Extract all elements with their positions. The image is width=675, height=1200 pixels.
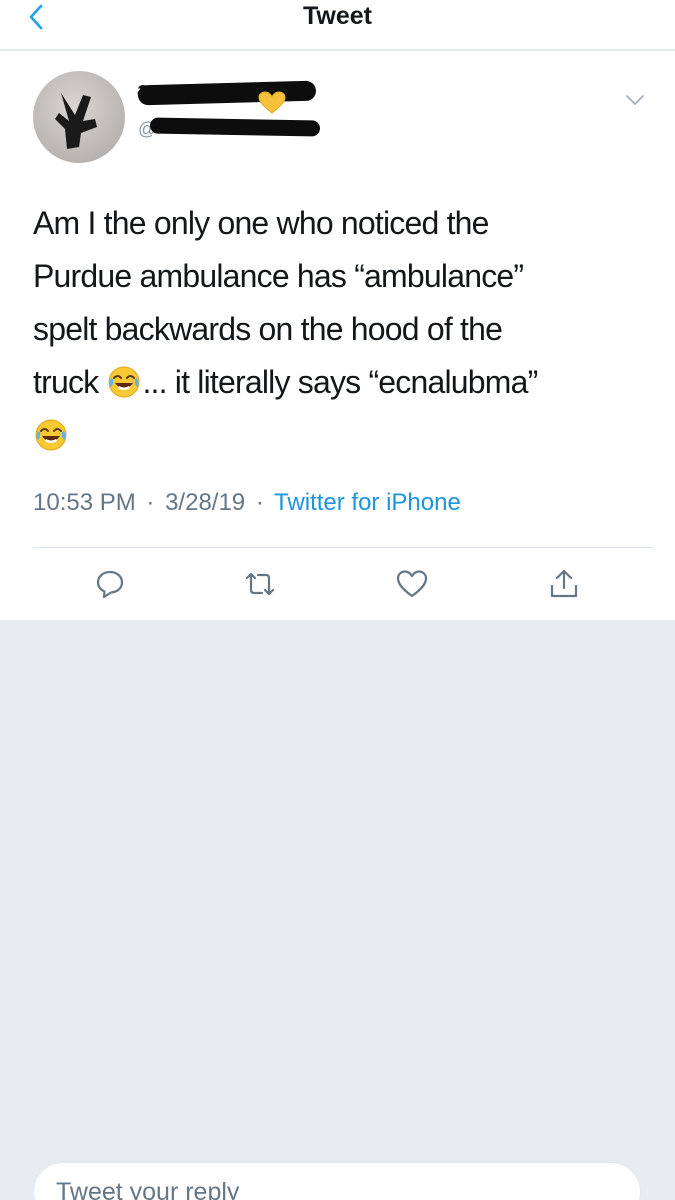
name-redaction xyxy=(137,80,317,106)
tweet-source-link[interactable]: Twitter for iPhone xyxy=(274,489,461,516)
like-icon xyxy=(396,570,428,598)
share-button[interactable] xyxy=(546,566,582,602)
tweet-text-line: Am I the only one who noticed the xyxy=(33,205,489,241)
avatar[interactable] xyxy=(33,71,125,163)
meta-separator: · xyxy=(255,489,264,516)
reply-icon xyxy=(96,570,124,599)
tweet-text-line: Purdue ambulance has “ambulance” xyxy=(33,258,524,294)
tweet-time: 10:53 PM xyxy=(33,489,136,516)
handle-redaction xyxy=(149,117,321,137)
retweet-icon xyxy=(245,572,275,596)
face-with-tears-of-joy-icon xyxy=(108,366,140,398)
tweet-text-line: truck ... it literally says “ecnalubma” xyxy=(33,356,633,409)
tweet-text-segment: truck xyxy=(33,364,107,400)
reply-button[interactable] xyxy=(92,566,128,602)
reply-composer[interactable]: Tweet your reply xyxy=(33,1162,641,1200)
tweet-date: 3/28/19 xyxy=(165,489,246,516)
page-title: Tweet xyxy=(303,2,372,30)
tweet-text-line: spelt backwards on the hood of the xyxy=(33,311,503,347)
yellow-heart-icon xyxy=(258,91,286,114)
chevron-down-icon xyxy=(626,95,644,105)
reply-input-placeholder[interactable]: Tweet your reply xyxy=(56,1178,239,1200)
tweet-card: a @ Am I the only one who noticed the Pu… xyxy=(0,51,675,620)
like-button[interactable] xyxy=(394,566,430,602)
tweet-text-segment: ... it literally says “ecnalubma” xyxy=(142,364,538,400)
tweet-actions-bar xyxy=(0,548,675,620)
tweet-detail-screen: Tweet a @ Am I the only one who noticed … xyxy=(0,0,675,1200)
meta-separator: · xyxy=(146,489,155,516)
tweet-metadata: 10:53 PM · 3/28/19 · Twitter for iPhone xyxy=(33,489,461,517)
share-icon xyxy=(550,569,578,598)
nav-header: Tweet xyxy=(0,0,675,50)
hand-gesture-icon xyxy=(55,93,97,149)
retweet-button[interactable] xyxy=(242,566,278,602)
face-with-tears-of-joy-icon xyxy=(35,419,67,451)
tweet-text: Am I the only one who noticed the Purdue… xyxy=(33,197,633,462)
tweet-options-button[interactable] xyxy=(622,89,648,111)
tweet-text-line xyxy=(33,409,633,462)
